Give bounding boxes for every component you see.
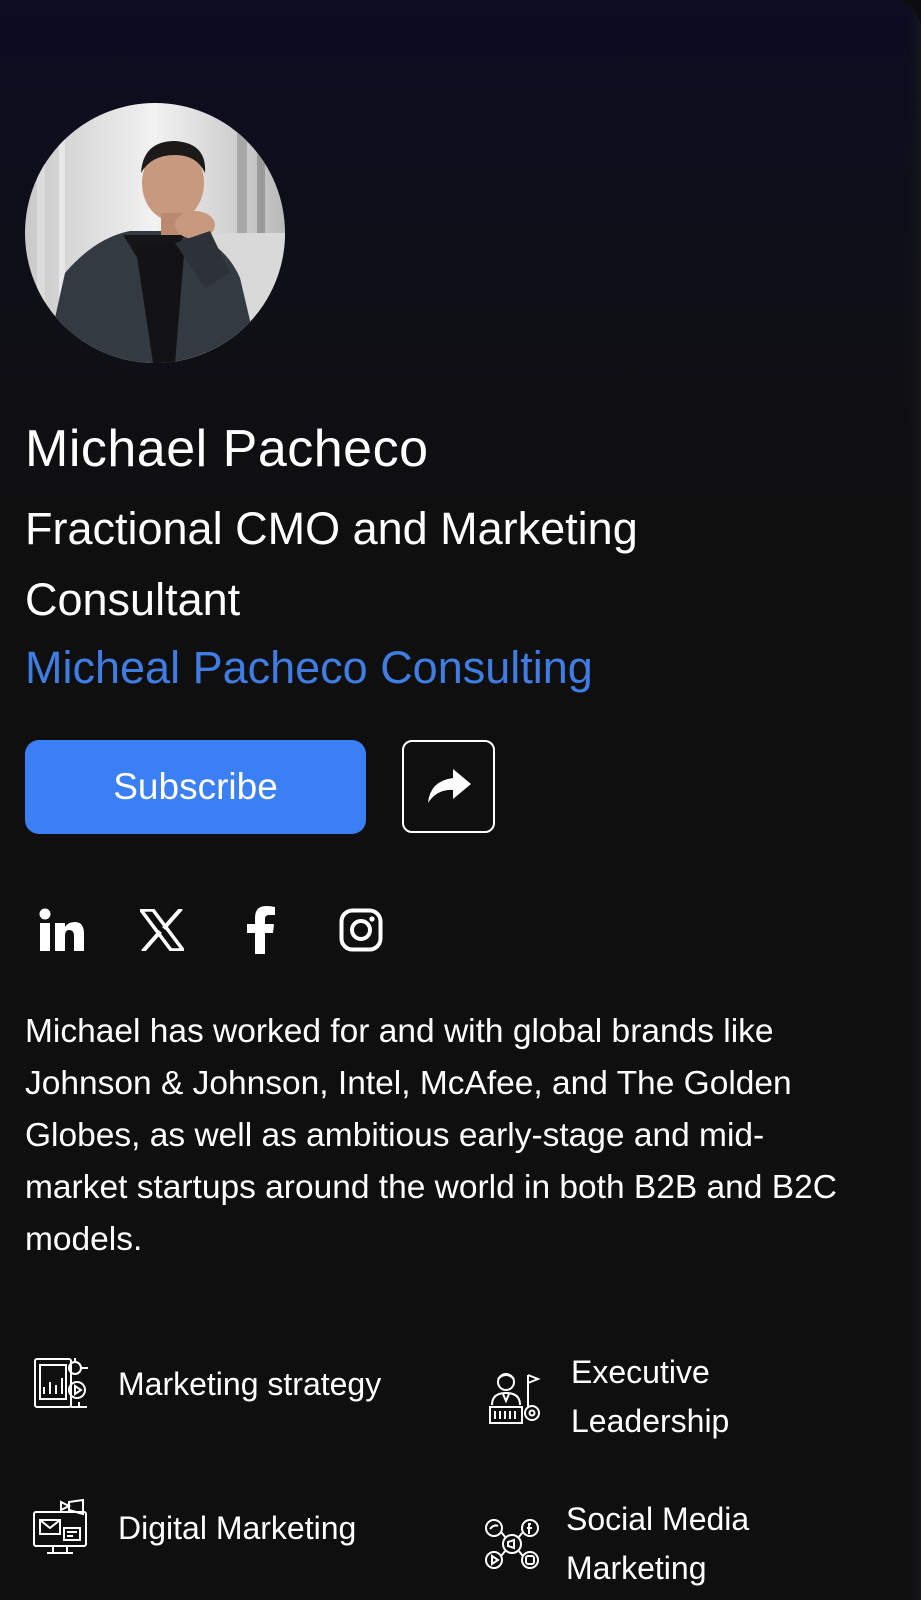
- company-link[interactable]: Micheal Pacheco Consulting: [25, 638, 593, 698]
- executive-leadership-icon: [489, 1373, 541, 1424]
- profile-card: Michael Pacheco Fractional CMO and Marke…: [0, 0, 921, 1600]
- x-icon: [140, 909, 184, 951]
- skill-executive-leadership: Executive Leadership: [484, 1348, 764, 1446]
- instagram-link[interactable]: [333, 902, 389, 958]
- profile-title: Fractional CMO and Marketing Consultant: [25, 503, 638, 625]
- skill-label: Marketing strategy: [118, 1365, 382, 1402]
- card-edge: [909, 0, 921, 1600]
- subscribe-button[interactable]: Subscribe: [25, 740, 366, 834]
- marketing-strategy-icon: [34, 1358, 88, 1408]
- digital-marketing-icon: [33, 1498, 87, 1554]
- skill-digital-marketing: Digital Marketing: [31, 1498, 356, 1558]
- skill-label: Executive Leadership: [571, 1354, 730, 1439]
- skill-label: Social Media Marketing: [566, 1501, 750, 1586]
- skill-marketing-strategy: Marketing strategy: [31, 1354, 381, 1414]
- avatar-photo: [25, 103, 285, 363]
- instagram-icon: [339, 908, 383, 952]
- bio-text: Michael has worked for and with global b…: [25, 1013, 837, 1258]
- social-media-icon: [485, 1519, 539, 1569]
- facebook-link[interactable]: [233, 902, 289, 958]
- share-button[interactable]: [402, 740, 495, 833]
- share-arrow-icon: [427, 768, 471, 803]
- avatar: [25, 103, 285, 363]
- skill-social-media-marketing: Social Media Marketing: [482, 1495, 762, 1593]
- profile-name: Michael Pacheco: [25, 420, 429, 478]
- linkedin-link[interactable]: [34, 902, 90, 958]
- x-link[interactable]: [134, 902, 190, 958]
- facebook-icon: [247, 906, 275, 954]
- skill-label: Digital Marketing: [118, 1509, 357, 1546]
- linkedin-icon: [39, 908, 84, 951]
